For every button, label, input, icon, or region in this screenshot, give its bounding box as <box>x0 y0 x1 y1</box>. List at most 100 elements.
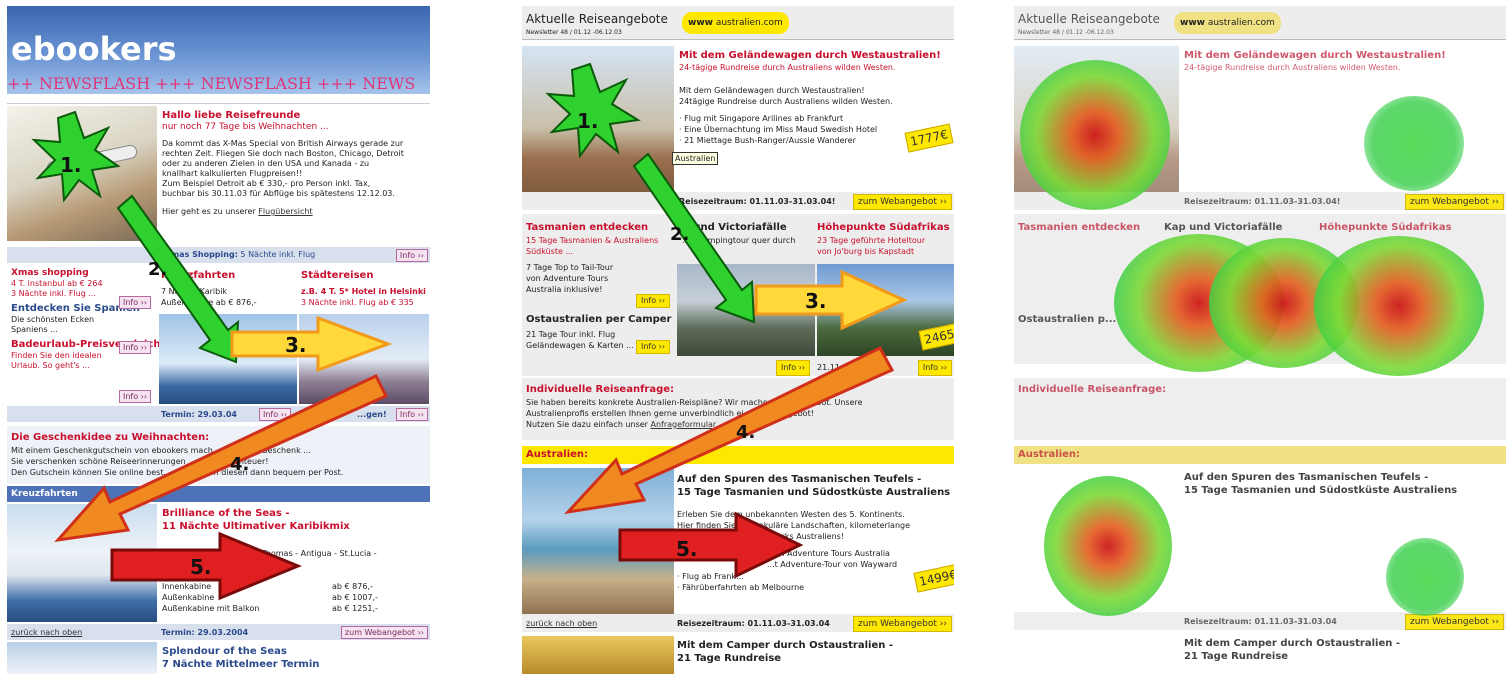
gift-line1: Mit einem Geschenkgutschein von ebookers… <box>11 446 311 455</box>
splendour-title1[interactable]: Splendour of the Seas <box>162 646 287 658</box>
splendour-photo[interactable] <box>7 642 157 674</box>
heatmap-camper2: 21 Tage Rundreise <box>1184 651 1289 662</box>
victoria-info-button[interactable]: Info ›› <box>776 360 811 376</box>
request-title: Individuelle Reiseanfrage: <box>526 384 675 395</box>
city-info-button[interactable]: Info ›› <box>395 408 428 421</box>
victoria-falls-photo[interactable] <box>677 264 815 356</box>
heatmap-col3: Höhepunkte Südafrikas <box>1319 222 1452 233</box>
ostaustralien-line2: Geländewagen & Karten ... <box>526 341 634 350</box>
www-icon: www <box>688 18 713 28</box>
teufel-web-offer-button[interactable]: zum Webangebot ›› <box>853 616 952 632</box>
brilliance-title1[interactable]: Brilliance of the Seas - <box>162 508 290 520</box>
airplane-photo[interactable] <box>7 106 157 241</box>
teufel-title2[interactable]: 15 Tage Tasmanien und Südostküste Austra… <box>677 487 950 499</box>
brilliance-title2[interactable]: 11 Nächte Ultimativer Karibikmix <box>162 521 350 533</box>
teufel-period: Reisezeitraum: 01.11.03-31.03.04 <box>677 619 830 628</box>
city-trips-title[interactable]: Städtereisen <box>301 270 373 282</box>
offers-column-1: Xmas shopping 4 T. instanbul ab € 264 3 … <box>11 268 160 371</box>
australien-header: Aktuelle Reiseangebote Newsletter 48 / 0… <box>522 6 954 40</box>
heatmap-camper1: Mit dem Camper durch Ostaustralien - <box>1184 638 1400 649</box>
gelaendewagen-photo[interactable] <box>522 46 674 196</box>
heatmap-col1b: Ostaustralien p... <box>1018 314 1117 325</box>
cabin-1-name: Innenkabine <box>162 582 212 591</box>
heatmap-bottom-button: zum Webangebot ›› <box>1405 614 1504 630</box>
ostaustralien-line1: 21 Tage Tour inkl. Flug <box>526 330 616 339</box>
xmas-bar: X-mas Shopping: 5 Nächte inkl. Flug Info… <box>7 247 430 263</box>
ostaustralien-info-button[interactable]: Info ›› <box>636 340 671 354</box>
helsinki-photo[interactable] <box>299 314 429 404</box>
request-form-link[interactable]: Anfrageformular <box>651 420 717 429</box>
australien-site: australien.com <box>715 18 783 28</box>
ebookers-header: ebookers ++ NEWSFLASH +++ NEWSFLASH +++ … <box>7 6 430 94</box>
camper-photo[interactable] <box>522 636 674 674</box>
teufel-bullet2: ...t Adventure-Tour von Wayward <box>767 560 898 569</box>
gelaende-bullet2: · Eine Übernachtung im Miss Maud Swedish… <box>679 125 878 134</box>
spain-line2: Spaniens ... <box>11 325 58 334</box>
splendour-title2[interactable]: 7 Nächte Mittelmeer Termin <box>162 659 319 671</box>
back-to-top-link-2[interactable]: zurück nach oben <box>526 619 597 629</box>
cabin-3-name: Außenkabine mit Balkon <box>162 604 260 613</box>
gelaende-body1: Mit dem Geländewagen durch Westaustralie… <box>679 86 865 95</box>
request-line1: Sie haben bereits konkrete Australien-Re… <box>526 398 863 407</box>
tasmanien-info-button[interactable]: Info ›› <box>636 294 671 308</box>
hero-body-6: buchbar bis 30.11.03 für Abflüge bis spä… <box>162 189 395 198</box>
camper-title1[interactable]: Mit dem Camper durch Ostaustralien - <box>677 640 893 652</box>
brilliance-ship-photo[interactable] <box>7 504 157 622</box>
tasmanien-body1: 7 Tage Top to Tail-Tour <box>526 263 614 272</box>
spain-info-button[interactable]: Info ›› <box>119 341 152 354</box>
heat-spot-tas-right <box>1386 538 1464 616</box>
gelaende-title[interactable]: Mit dem Geländewagen durch Westaustralie… <box>679 50 941 62</box>
heatmap-newsletter-id: Newsletter 48 / 01.12 -06.12.03 <box>1018 29 1114 36</box>
cruise-line1: 7 Nächte Karibik <box>161 287 228 296</box>
web-offer-button[interactable]: zum Webangebot ›› <box>340 626 428 639</box>
request-line2: Australienprofis erstellen Ihnen gerne u… <box>526 409 814 418</box>
brilliance-termin: Termin: 29.03.2004 <box>161 628 249 637</box>
heat-spot-hero-right <box>1364 96 1464 191</box>
heatmap-panel: Aktuelle Reiseangebote Newsletter 48 / 0… <box>1014 6 1506 674</box>
teufel-title1[interactable]: Auf den Spuren des Tasmanischen Teufels … <box>677 474 921 486</box>
australien-logo[interactable]: www australien.com <box>682 12 789 34</box>
suedafrika-info-button[interactable]: Info ›› <box>917 360 952 376</box>
gelaende-subtitle: 24-tägige Rundreise durch Australiens wi… <box>679 63 896 72</box>
cruise-info-button[interactable]: Info ›› <box>259 408 292 421</box>
xmas-shopping-info-button[interactable]: Info ›› <box>119 296 152 309</box>
australien-header-title: Aktuelle Reiseangebote <box>526 12 668 26</box>
heatmap-header-title: Aktuelle Reiseangebote <box>1018 12 1160 26</box>
gift-line2: Sie verschenken schöne Reiseerinnerungen… <box>11 457 269 466</box>
teufel-bullet4: · Fährüberfahrten ab Melbourne <box>677 583 805 592</box>
back-to-top-link[interactable]: zurück nach oben <box>11 628 82 638</box>
brilliance-route: Miami - Puerto Rico - St. Thomas - Antig… <box>162 549 377 558</box>
gelaende-web-offer-button[interactable]: zum Webangebot ›› <box>853 194 952 210</box>
beach-info-button[interactable]: Info ›› <box>119 390 152 403</box>
camper-title2[interactable]: 21 Tage Rundreise <box>677 653 781 665</box>
cabin-1-price: ab € 876,- <box>332 582 373 591</box>
suedafrika-title[interactable]: Höhepunkte Südafrikas <box>817 222 950 234</box>
ebookers-newsletter-panel: ebookers ++ NEWSFLASH +++ NEWSFLASH +++ … <box>7 6 430 674</box>
victoria-sub: ...e Campingtour quer durch <box>682 236 796 245</box>
australien-section-title: Australien: <box>526 449 589 460</box>
hero-link-line: Hier geht es zu unserer Flugübersicht <box>162 207 427 217</box>
heatmap-col1: Tasmanien entdecken <box>1018 222 1141 233</box>
gelaende-period: Reisezeitraum: 01.11.03-31.03.04! <box>679 197 836 206</box>
tasmanien-body3: Australia inklusive! <box>526 285 603 294</box>
ebookers-logo[interactable]: ebookers <box>11 30 177 68</box>
xmas-shopping-title[interactable]: Xmas shopping <box>11 268 157 279</box>
flight-overview-link[interactable]: Flugübersicht <box>258 207 312 216</box>
termin-bar: Termin: 29.03.04 Info ›› Te... ...gen! I… <box>7 406 430 422</box>
cruise-title[interactable]: Kreuzfahrten <box>161 270 235 282</box>
cabin-3-price: ab € 1251,- <box>332 604 378 613</box>
australien-tooltip: Australien <box>672 152 719 165</box>
cruise-line2: Außenkabine ab € 876,- <box>161 298 257 307</box>
cruise-ship-photo[interactable] <box>159 314 297 404</box>
heatmap-col2: Kap und Victoriafälle <box>1164 222 1283 233</box>
hero-text: Hallo liebe Reisefreunde nur noch 77 Tag… <box>162 110 427 217</box>
tasmanien-title[interactable]: Tasmanien entdecken <box>526 222 648 234</box>
australien-newsletter-id: Newsletter 48 / 01.12 -06.12.03 <box>526 29 622 36</box>
heatmap-hero-title: Mit dem Geländewagen durch Westaustralie… <box>1184 50 1446 61</box>
xmas-info-button[interactable]: Info ›› <box>395 249 428 262</box>
cabin-2-price: ab € 1007,- <box>332 593 378 602</box>
victoria-title[interactable]: ...und Victoriafälle <box>682 222 787 234</box>
ostaustralien-title[interactable]: Ostaustralien per Camper <box>526 314 671 326</box>
teufel-body3: ... ...schönsten Nationalparks Australie… <box>677 532 845 541</box>
tasmanien-coast-photo[interactable] <box>522 468 674 616</box>
